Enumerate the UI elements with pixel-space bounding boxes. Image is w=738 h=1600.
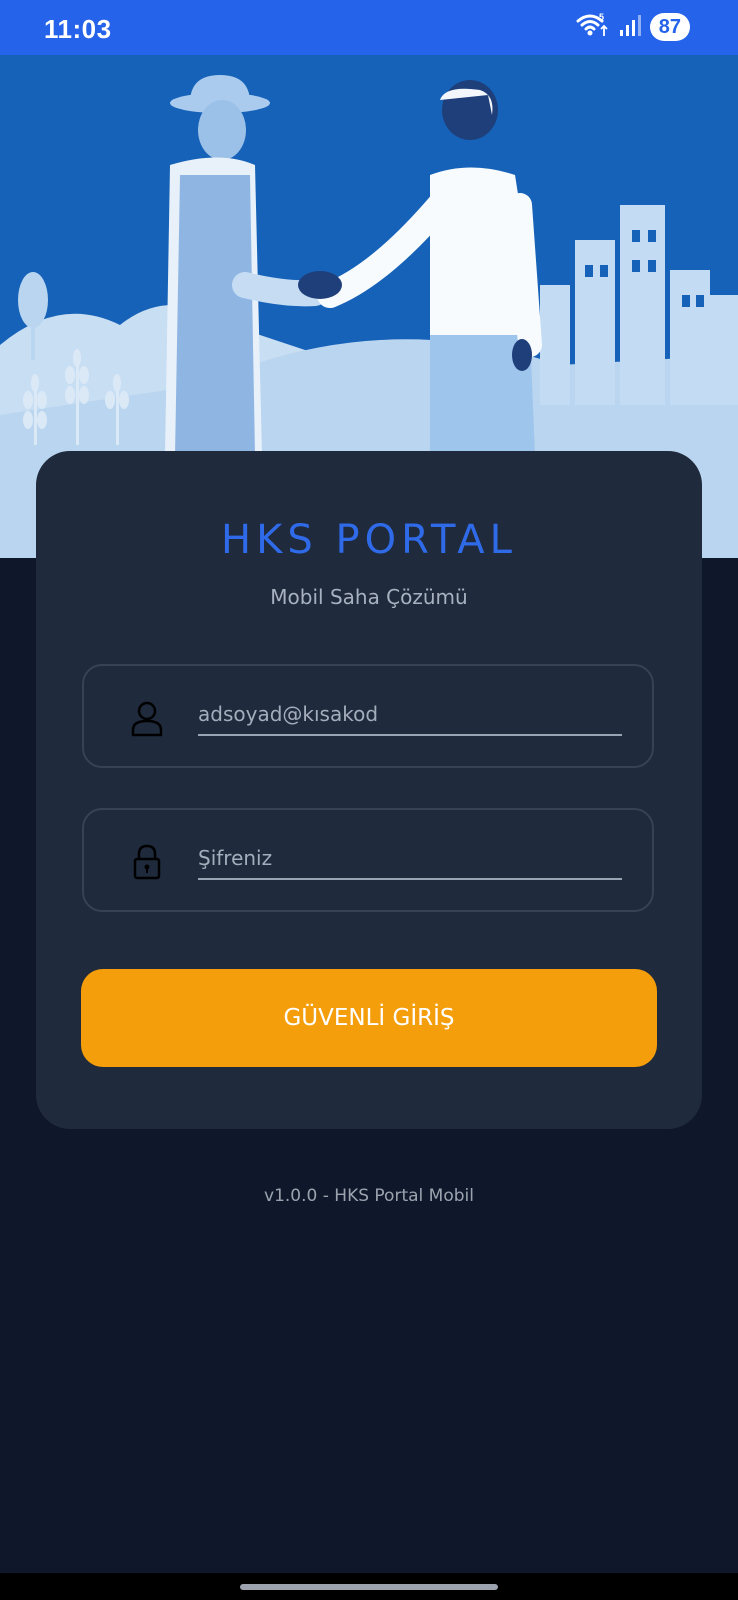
home-indicator[interactable] xyxy=(240,1584,498,1590)
password-input[interactable] xyxy=(198,838,622,880)
battery-icon: 87 xyxy=(649,13,690,41)
user-icon xyxy=(130,699,164,737)
signal-icon xyxy=(618,13,642,41)
status-bar: 11:03 5 87 xyxy=(0,0,738,55)
secure-login-button[interactable]: GÜVENLİ GİRİŞ xyxy=(81,969,657,1067)
password-field xyxy=(82,808,654,912)
app-title: HKS PORTAL xyxy=(221,517,517,563)
login-card: HKS PORTAL Mobil Saha Çözümü adsoyad@kıs… xyxy=(36,451,702,1129)
system-nav-bar xyxy=(0,1573,738,1600)
lock-icon xyxy=(130,843,164,881)
version-label: v1.0.0 - HKS Portal Mobil xyxy=(264,1186,474,1206)
username-input[interactable] xyxy=(198,694,622,736)
status-icons: 5 87 xyxy=(576,12,690,42)
app-subtitle: Mobil Saha Çözümü xyxy=(270,585,468,609)
wifi-icon: 5 xyxy=(576,12,610,42)
username-field xyxy=(82,664,654,768)
status-time: 11:03 xyxy=(44,14,112,44)
svg-text:5: 5 xyxy=(599,12,604,22)
login-screen: 11:03 5 87 HKS PORTAL Mobil Saha Çözümü … xyxy=(0,0,738,1600)
